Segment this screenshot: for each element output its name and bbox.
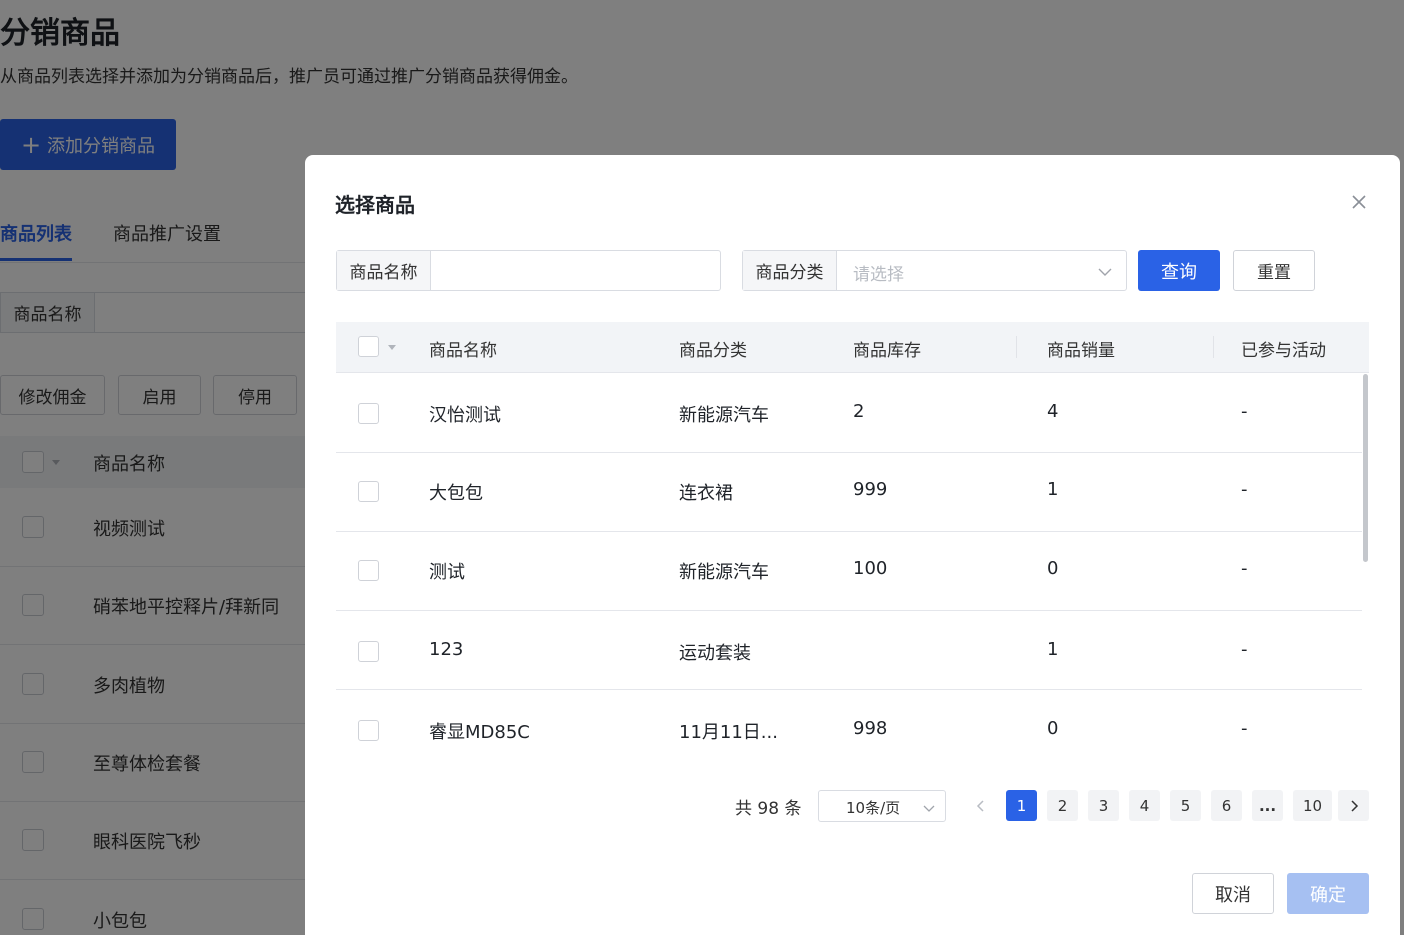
cell-sales: 4 [1047, 401, 1059, 422]
cell-activity: - [1241, 401, 1248, 422]
next-page-button[interactable] [1338, 790, 1369, 821]
query-button[interactable]: 查询 [1138, 250, 1220, 291]
row-checkbox[interactable] [358, 641, 379, 662]
select-product-modal: 选择商品 商品名称 商品分类 请选择 查询 重置 商品名称 商品分类 商品库存 … [305, 155, 1400, 935]
category-placeholder: 请选择 [853, 265, 904, 285]
chevron-down-icon [1098, 264, 1112, 283]
page-1-button[interactable]: 1 [1006, 790, 1037, 821]
cell-product-name: 汉怡测试 [429, 405, 501, 426]
cell-stock: 2 [853, 401, 865, 422]
column-header-sales: 商品销量 [1047, 341, 1115, 361]
cell-category: 11月11日... [679, 722, 778, 743]
page-ellipsis-button[interactable]: ... [1252, 790, 1283, 821]
table-row[interactable]: 汉怡测试 新能源汽车 2 4 - [336, 374, 1362, 453]
cell-stock: 999 [853, 479, 888, 500]
close-icon[interactable] [1348, 191, 1370, 213]
page-5-button[interactable]: 5 [1170, 790, 1201, 821]
page-size-value: 10条/页 [846, 799, 901, 817]
column-header-activity: 已参与活动 [1241, 341, 1326, 361]
reset-button[interactable]: 重置 [1233, 250, 1315, 291]
chevron-down-icon [923, 801, 935, 819]
select-all-checkbox[interactable] [358, 336, 379, 357]
cell-sales: 1 [1047, 479, 1059, 500]
row-checkbox[interactable] [358, 481, 379, 502]
caret-down-icon[interactable] [388, 345, 396, 350]
column-divider [1213, 336, 1214, 358]
cell-product-name: 123 [429, 639, 464, 660]
cell-product-name: 测试 [429, 562, 465, 583]
row-checkbox[interactable] [358, 560, 379, 581]
product-category-label: 商品分类 [743, 251, 837, 290]
cell-category: 新能源汽车 [679, 562, 769, 583]
pagination-total: 共 98 条 [735, 799, 802, 819]
table-row[interactable]: 123 运动套装 1 - [336, 611, 1362, 690]
page-size-select[interactable]: 10条/页 [818, 790, 946, 822]
page-4-button[interactable]: 4 [1129, 790, 1160, 821]
chevron-right-icon [1350, 799, 1358, 812]
confirm-button[interactable]: 确定 [1287, 873, 1369, 914]
cell-category: 连衣裙 [679, 483, 733, 504]
cell-sales: 0 [1047, 718, 1059, 739]
cancel-button[interactable]: 取消 [1192, 873, 1274, 914]
table-row[interactable]: 睿显MD85C 11月11日... 998 0 - [336, 691, 1369, 759]
cell-product-name: 睿显MD85C [429, 722, 530, 743]
cell-sales: 0 [1047, 558, 1059, 579]
page-10-button[interactable]: 10 [1293, 790, 1332, 821]
table-row[interactable]: 测试 新能源汽车 100 0 - [336, 532, 1362, 611]
prev-page-button[interactable] [965, 790, 996, 821]
cell-category: 新能源汽车 [679, 405, 769, 426]
cell-activity: - [1241, 479, 1248, 500]
cell-stock: 100 [853, 558, 888, 579]
page-6-button[interactable]: 6 [1211, 790, 1242, 821]
cell-product-name: 大包包 [429, 483, 483, 504]
page-2-button[interactable]: 2 [1047, 790, 1078, 821]
product-table: 商品名称 商品分类 商品库存 商品销量 已参与活动 汉怡测试 新能源汽车 2 4… [336, 322, 1369, 759]
row-checkbox[interactable] [358, 720, 379, 741]
product-name-input[interactable] [432, 251, 720, 290]
column-divider [1016, 336, 1017, 358]
modal-title: 选择商品 [335, 193, 415, 217]
column-header-name: 商品名称 [429, 341, 497, 361]
row-checkbox[interactable] [358, 403, 379, 424]
column-header-category: 商品分类 [679, 341, 747, 361]
cell-activity: - [1241, 639, 1248, 660]
cell-category: 运动套装 [679, 643, 751, 664]
product-name-label: 商品名称 [337, 251, 431, 290]
cell-sales: 1 [1047, 639, 1059, 660]
table-row[interactable]: 大包包 连衣裙 999 1 - [336, 453, 1362, 532]
chevron-left-icon [976, 799, 984, 812]
cell-activity: - [1241, 718, 1248, 739]
product-category-select[interactable]: 商品分类 请选择 [742, 250, 1127, 291]
cell-activity: - [1241, 558, 1248, 579]
table-scrollbar-thumb[interactable] [1363, 374, 1368, 562]
column-header-stock: 商品库存 [853, 341, 921, 361]
product-name-search: 商品名称 [336, 250, 721, 291]
cell-stock: 998 [853, 718, 888, 739]
page-3-button[interactable]: 3 [1088, 790, 1119, 821]
table-header: 商品名称 商品分类 商品库存 商品销量 已参与活动 [336, 322, 1369, 373]
